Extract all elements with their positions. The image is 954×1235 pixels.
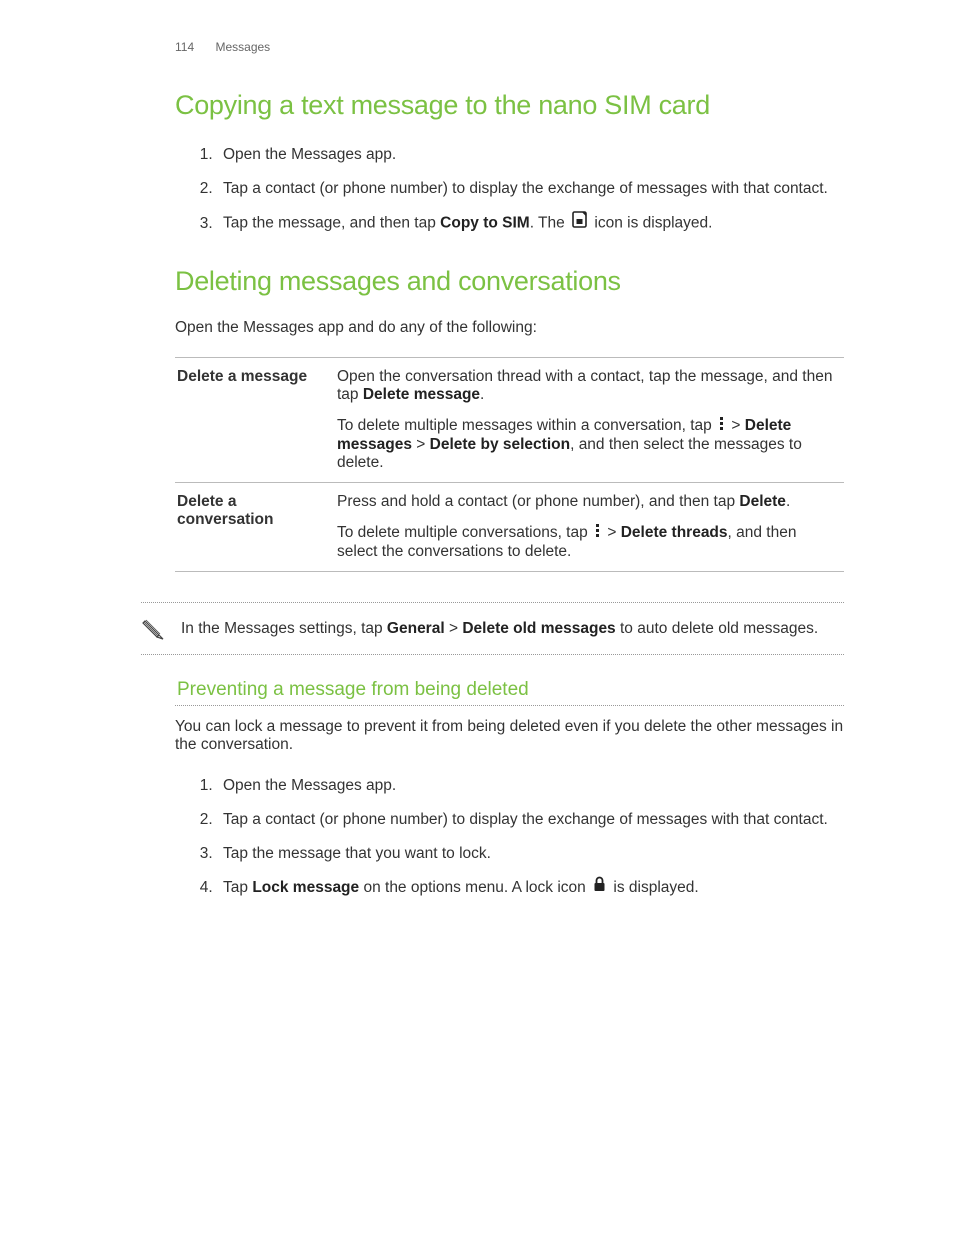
row-label: Delete a message xyxy=(175,358,335,483)
pencil-icon xyxy=(141,617,165,648)
step-1: Open the Messages app. xyxy=(217,143,844,167)
preventing-intro: You can lock a message to prevent it fro… xyxy=(145,718,844,754)
sim-card-icon xyxy=(572,211,587,236)
heading-deleting: Deleting messages and conversations xyxy=(145,266,844,297)
delete-methods-table: Delete a message Open the conversation t… xyxy=(175,357,844,572)
row-content: Open the conversation thread with a cont… xyxy=(335,358,844,483)
row-content: Press and hold a contact (or phone numbe… xyxy=(335,483,844,572)
overflow-menu-icon xyxy=(719,416,724,436)
step-1: Open the Messages app. xyxy=(217,774,844,798)
tip-note: In the Messages settings, tap General > … xyxy=(141,602,844,655)
heading-preventing: Preventing a message from being deleted xyxy=(175,679,844,706)
steps-preventing: Open the Messages app. Tap a contact (or… xyxy=(145,774,844,900)
step-3: Tap the message that you want to lock. xyxy=(217,842,844,866)
step-2: Tap a contact (or phone number) to displ… xyxy=(217,177,844,201)
step-2: Tap a contact (or phone number) to displ… xyxy=(217,808,844,832)
section-name: Messages xyxy=(215,40,270,54)
steps-copying: Open the Messages app. Tap a contact (or… xyxy=(145,143,844,236)
heading-copying: Copying a text message to the nano SIM c… xyxy=(145,90,844,121)
deleting-intro: Open the Messages app and do any of the … xyxy=(145,319,844,337)
page-header: 114 Messages xyxy=(145,40,844,54)
step-3: Tap the message, and then tap Copy to SI… xyxy=(217,211,844,236)
row-label: Delete a conversation xyxy=(175,483,335,572)
overflow-menu-icon xyxy=(595,523,600,543)
step-4: Tap Lock message on the options menu. A … xyxy=(217,876,844,900)
lock-icon xyxy=(593,876,606,900)
page-number: 114 xyxy=(175,40,194,54)
table-row: Delete a message Open the conversation t… xyxy=(175,358,844,483)
table-row: Delete a conversation Press and hold a c… xyxy=(175,483,844,572)
